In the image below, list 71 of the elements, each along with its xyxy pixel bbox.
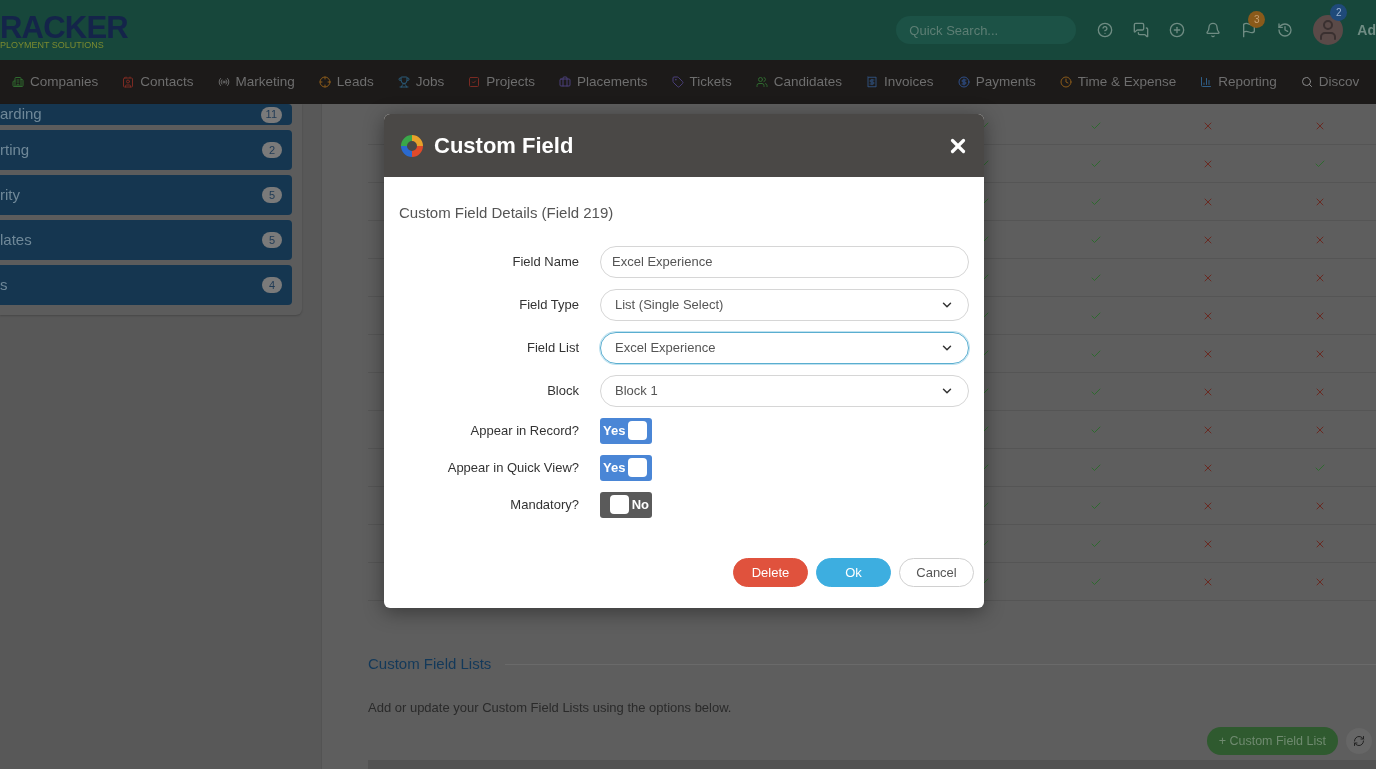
field-label: Field List — [525, 338, 579, 357]
flag-icon[interactable] — [1241, 22, 1258, 38]
logo-subtitle: PLOYMENT SOLUTIONS — [0, 41, 105, 50]
briefcase-icon — [558, 76, 571, 88]
count-badge: 5 — [262, 232, 282, 248]
history-icon[interactable] — [1277, 22, 1294, 38]
nav-item[interactable]: Placements — [558, 71, 648, 93]
help-icon[interactable] — [1097, 22, 1114, 38]
notification-badge: 2 — [1330, 4, 1348, 21]
broadcast-icon — [217, 76, 230, 88]
users-icon — [755, 76, 768, 88]
add-list-button[interactable]: + Custom Field List — [1206, 727, 1338, 755]
count-badge: 2 — [262, 142, 282, 158]
coin-icon — [957, 76, 970, 88]
count-badge: 11 — [260, 106, 282, 123]
contact-card-icon — [122, 76, 135, 88]
building-icon — [12, 76, 24, 88]
nav-item[interactable]: Leads — [318, 71, 374, 93]
ok-button[interactable]: Ok — [816, 558, 891, 587]
refresh-icon — [1353, 735, 1365, 747]
notification-badge: 3 — [1248, 11, 1266, 28]
cancel-button[interactable]: Cancel — [899, 558, 974, 587]
nav-item[interactable]: Payments — [957, 71, 1036, 93]
sidebar-item[interactable]: rity 5 — [0, 175, 292, 215]
text-field[interactable]: Excel Experience — [600, 245, 969, 278]
dialog-subtitle: Custom Field Details (Field 219) — [399, 203, 615, 223]
nav-item[interactable]: Invoices — [866, 71, 934, 93]
search-icon — [1300, 76, 1313, 88]
nav-item[interactable]: Companies — [12, 71, 99, 93]
add-icon[interactable] — [1169, 22, 1186, 38]
logo-icon — [399, 132, 425, 159]
nav-item[interactable]: Projects — [468, 71, 535, 93]
field-label: Field Type — [518, 295, 579, 314]
refresh-button[interactable] — [1346, 728, 1372, 754]
receipt-icon — [866, 76, 879, 88]
avatar[interactable] — [1313, 15, 1344, 45]
nav-item[interactable]: Contacts — [122, 71, 194, 93]
user-name[interactable]: Ad — [1357, 19, 1376, 41]
bell-icon[interactable] — [1205, 22, 1222, 38]
clock-icon — [1059, 76, 1072, 88]
count-badge: 5 — [262, 187, 282, 203]
field-label: Appear in Record? — [469, 421, 579, 440]
nav-item[interactable]: Time & Expense — [1059, 71, 1177, 93]
chat-icon[interactable] — [1133, 22, 1150, 38]
section-title: Custom Field Lists — [368, 654, 492, 674]
field-label: Mandatory? — [509, 495, 579, 514]
dialog-title: Custom Field — [434, 132, 574, 160]
bar-chart-icon — [1200, 76, 1213, 88]
nav-item[interactable]: Jobs — [397, 71, 445, 93]
delete-button[interactable]: Delete — [733, 558, 808, 587]
sidebar-item[interactable]: lates 5 — [0, 220, 292, 260]
trophy-icon — [397, 76, 410, 88]
toggle-switch[interactable]: No — [600, 491, 652, 518]
sidebar-item[interactable]: rting 2 — [0, 130, 292, 170]
toggle-switch[interactable]: Yes — [600, 417, 652, 444]
toggle-switch[interactable]: Yes — [600, 454, 652, 481]
crosshair-icon — [318, 76, 331, 88]
checkbox-icon — [468, 76, 481, 88]
count-badge: 4 — [262, 277, 282, 293]
sidebar-item[interactable]: s 4 — [0, 265, 292, 305]
nav-item[interactable]: Candidates — [755, 71, 843, 93]
tag-icon — [671, 76, 684, 88]
nav-item[interactable]: Marketing — [217, 71, 295, 93]
field-label: Appear in Quick View? — [446, 458, 579, 477]
field-label: Field Name — [511, 252, 579, 271]
nav-item[interactable]: Discov — [1300, 71, 1360, 93]
sidebar-item[interactable]: arding 11 — [0, 104, 292, 125]
field-label: Block — [546, 381, 579, 400]
nav-item[interactable]: Tickets — [671, 71, 732, 93]
search-field[interactable]: Quick Search... — [896, 16, 1077, 44]
nav-item[interactable]: Reporting — [1200, 71, 1277, 93]
